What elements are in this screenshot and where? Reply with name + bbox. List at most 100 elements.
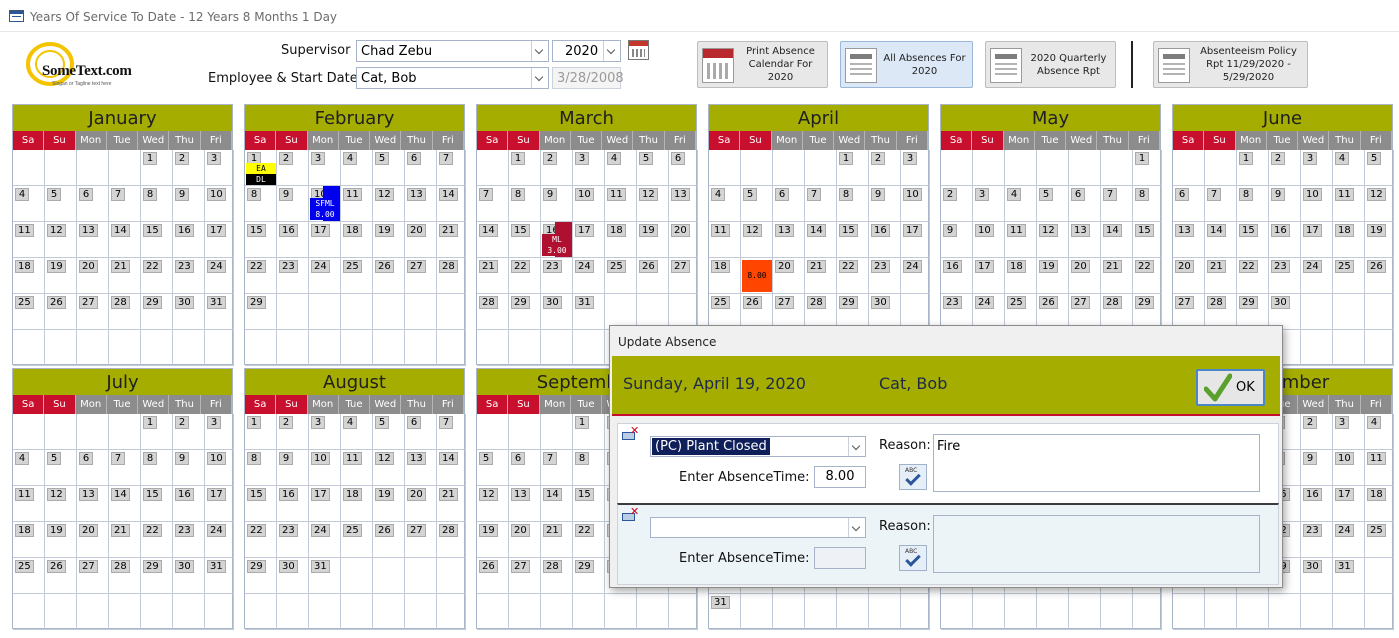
day-cell[interactable]: 4 [341,150,373,186]
day-cell[interactable]: 14 [805,222,837,258]
day-cell[interactable]: 12 [45,222,77,258]
day-cell[interactable]: 14 [109,222,141,258]
day-cell[interactable]: 16 [173,222,205,258]
day-cell[interactable] [277,294,309,330]
day-cell[interactable] [573,330,605,366]
day-cell[interactable]: 10 [973,222,1005,258]
day-cell[interactable]: 13 [509,486,541,522]
day-cell[interactable]: 6 [1173,186,1205,222]
day-cell[interactable]: 1 [573,414,605,450]
day-cell[interactable]: 22 [573,522,605,558]
day-cell[interactable]: 29 [573,558,605,594]
day-cell[interactable]: 2 [173,150,205,186]
absence-code[interactable]: EA [246,163,276,174]
day-cell[interactable]: 10 SFML 8.00 [309,186,341,222]
day-cell[interactable]: 5 [741,186,773,222]
day-cell[interactable]: 17 [573,222,605,258]
reason-input[interactable] [933,515,1260,573]
day-cell[interactable]: 3 [309,150,341,186]
day-cell[interactable]: 29 [141,558,173,594]
day-cell[interactable]: 24 [309,258,341,294]
calendar-picker-icon[interactable] [628,40,649,60]
day-cell[interactable]: 2 [541,150,573,186]
day-cell[interactable] [1101,594,1133,630]
day-cell[interactable]: 12 [637,186,669,222]
day-cell[interactable] [1173,150,1205,186]
day-cell[interactable]: 26 [1365,258,1394,294]
day-cell[interactable] [205,594,234,630]
day-cell[interactable]: 24 [205,258,234,294]
day-cell[interactable]: 19 [45,522,77,558]
day-cell[interactable]: 20 [77,258,109,294]
day-cell[interactable] [773,150,805,186]
day-cell[interactable]: 17 [1333,486,1365,522]
day-cell[interactable]: 18 [341,486,373,522]
day-cell[interactable] [1205,594,1237,630]
day-cell[interactable]: 18 [1005,258,1037,294]
day-cell[interactable]: 31 [573,294,605,330]
day-cell[interactable]: 12 [373,186,405,222]
day-cell[interactable]: 18 [1365,486,1394,522]
day-cell[interactable] [141,594,173,630]
day-cell[interactable] [277,594,309,630]
absence-time-input[interactable]: 8.00 [814,466,866,488]
day-cell[interactable]: 10 [573,186,605,222]
day-cell[interactable]: 10 [1333,450,1365,486]
day-cell[interactable]: 1 [1237,150,1269,186]
day-cell[interactable]: 15 [141,222,173,258]
chevron-down-icon[interactable] [531,41,548,61]
day-cell[interactable]: 31 [709,594,741,630]
day-cell[interactable] [109,330,141,366]
day-cell[interactable]: 5 [45,450,77,486]
chevron-down-icon[interactable] [848,518,865,537]
day-cell[interactable]: 24 [1333,522,1365,558]
day-cell[interactable] [541,594,573,630]
day-cell[interactable]: 31 [205,558,234,594]
day-cell[interactable]: 4 [1365,414,1394,450]
day-cell[interactable] [373,294,405,330]
day-cell[interactable] [805,594,837,630]
day-cell[interactable] [741,594,773,630]
supervisor-combo[interactable]: Chad Zebu [356,40,549,62]
day-cell[interactable]: 25 [1333,258,1365,294]
employee-combo[interactable]: Cat, Bob [356,67,549,89]
day-cell[interactable]: 3 [973,186,1005,222]
day-cell[interactable] [1301,594,1333,630]
day-cell[interactable] [477,150,509,186]
absence-marker[interactable]: 8.00 [742,260,772,292]
spell-check-button[interactable]: ABC [899,464,927,490]
day-cell[interactable]: 16 [277,486,309,522]
day-cell[interactable]: 31 [205,294,234,330]
day-cell[interactable]: 2 [1301,414,1333,450]
day-cell[interactable]: 3 [205,150,234,186]
day-cell[interactable]: 9 [541,186,573,222]
day-cell[interactable]: 17 [205,486,234,522]
day-cell[interactable]: 20 [669,222,698,258]
day-cell[interactable] [77,594,109,630]
day-cell[interactable]: 13 [1069,222,1101,258]
day-cell[interactable]: 14 [477,222,509,258]
day-cell[interactable] [173,330,205,366]
year-combo[interactable]: 2020 [552,40,621,62]
delete-record-icon[interactable]: ✕ [622,505,639,522]
day-cell[interactable] [405,594,437,630]
day-cell[interactable]: 25 [1365,522,1394,558]
day-cell[interactable]: 25 [341,522,373,558]
day-cell[interactable]: 26 [45,294,77,330]
day-cell[interactable]: 2 [941,186,973,222]
day-cell[interactable]: 8 [1133,186,1162,222]
day-cell[interactable]: 23 [869,258,901,294]
day-cell[interactable]: 5 [45,186,77,222]
day-cell[interactable]: 27 [77,294,109,330]
day-cell[interactable] [277,330,309,366]
day-cell[interactable] [341,594,373,630]
day-cell[interactable] [869,594,901,630]
day-cell[interactable]: 23 [1301,522,1333,558]
day-cell[interactable]: 18 [605,222,637,258]
day-cell[interactable]: 22 [509,258,541,294]
day-cell[interactable]: 17 [1301,222,1333,258]
day-cell[interactable]: 26 [45,558,77,594]
day-cell[interactable]: 23 [277,258,309,294]
day-cell[interactable]: 30 [1301,558,1333,594]
day-cell[interactable]: 24 [1301,258,1333,294]
